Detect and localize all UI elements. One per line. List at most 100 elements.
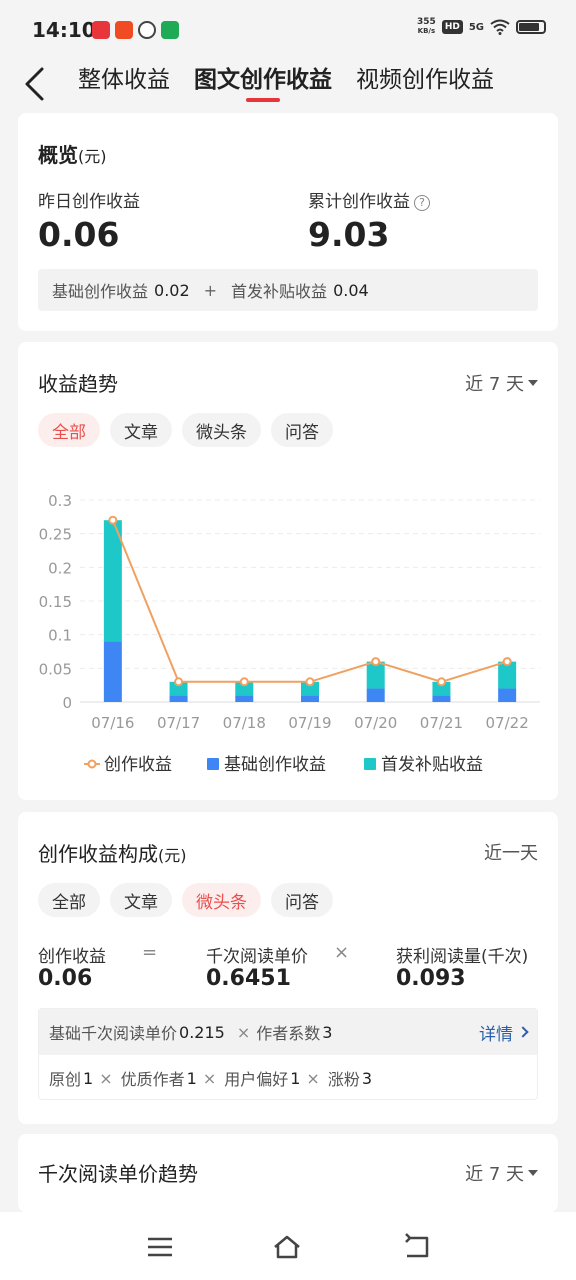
base-income-value: 0.02 [154, 280, 190, 300]
x-tick-label: 07/19 [288, 714, 331, 732]
x-tick-label: 07/17 [157, 714, 200, 732]
tab-article-income[interactable]: 图文创作收益 [194, 60, 332, 102]
tab-bar: 整体收益 图文创作收益 视频创作收益 [78, 60, 494, 102]
status-time: 14:10 [32, 18, 96, 42]
overview-title: 概览(元) [38, 143, 107, 167]
line-point [108, 515, 118, 525]
line-point [239, 677, 249, 687]
legend-bonus-marker [364, 758, 376, 770]
app-notification-icon [92, 21, 110, 39]
composition-range[interactable]: 近一天 [484, 839, 538, 865]
bar-base-income [169, 695, 188, 702]
x-tick-label: 07/22 [486, 714, 529, 732]
chip-qa[interactable]: 问答 [271, 413, 333, 447]
bar-base-income [498, 688, 517, 702]
legend-label: 首发补贴收益 [381, 755, 483, 775]
chevron-right-icon [517, 1026, 529, 1038]
trend-filter-chips: 全部 文章 微头条 问答 [38, 413, 333, 447]
legend-line-marker-dot [87, 759, 97, 769]
status-indicators: 355 KB/s HD 5G [417, 18, 546, 36]
legend-label: 基础创作收益 [224, 755, 326, 775]
chip-micro-post[interactable]: 微头条 [182, 883, 261, 917]
caret-down-icon [528, 380, 538, 386]
x-tick-label: 07/18 [223, 714, 266, 732]
detail-link[interactable]: 详情 [479, 1020, 529, 1045]
price-trend-range-dropdown[interactable]: 近 7 天 [465, 1160, 538, 1186]
bar-base-income [103, 641, 122, 702]
composition-title: 创作收益构成(元) [38, 842, 187, 866]
y-tick-label: 0.3 [48, 492, 72, 510]
home-icon[interactable] [272, 1232, 302, 1262]
back-arrow-icon[interactable] [22, 66, 48, 102]
times-sign: × [334, 942, 350, 963]
chip-article[interactable]: 文章 [110, 883, 172, 917]
unit-price-label: 千次阅读单价 [206, 947, 308, 967]
price-trend-card: 千次阅读单价趋势 近 7 天 [18, 1134, 558, 1212]
status-app-icons [92, 21, 179, 39]
equals-sign: = [142, 942, 158, 963]
base-price-value: 0.215 [179, 1022, 225, 1042]
unit-price-detail: 基础千次阅读单价 0.215 × 作者系数 3 详情 原创 1 × 优质作者 1 ×… [38, 1008, 538, 1100]
income-value: 0.06 [38, 966, 93, 991]
reads-value: 0.093 [396, 966, 466, 991]
caret-down-icon [528, 1170, 538, 1176]
trend-title: 收益趋势 [38, 372, 118, 396]
chip-all[interactable]: 全部 [38, 413, 100, 447]
tab-overall-income[interactable]: 整体收益 [78, 60, 170, 102]
back-nav-icon[interactable] [402, 1232, 432, 1262]
total-income-value: 9.03 [308, 215, 390, 254]
bar-base-income [235, 695, 254, 702]
price-trend-title: 千次阅读单价趋势 [38, 1162, 198, 1186]
app-notification-icon [161, 21, 179, 39]
bar-base-income [432, 695, 451, 702]
legend-base-marker [207, 758, 219, 770]
chip-micro-post[interactable]: 微头条 [182, 413, 261, 447]
composition-filter-chips: 全部 文章 微头条 问答 [38, 883, 333, 917]
y-tick-label: 0 [62, 694, 72, 712]
line-point [502, 657, 512, 667]
status-bar: 14:10 355 KB/s HD 5G [0, 0, 576, 58]
signal-5g-icon: 5G [468, 21, 484, 33]
income-breakdown: 基础创作收益 0.02 + 首发补贴收益 0.04 [38, 269, 538, 311]
net-speed: 355 KB/s [417, 17, 436, 36]
tab-video-income[interactable]: 视频创作收益 [356, 60, 494, 102]
hd-badge: HD [441, 20, 463, 34]
trend-range-dropdown[interactable]: 近 7 天 [465, 370, 538, 396]
app-notification-icon [115, 21, 133, 39]
app-notification-icon [138, 21, 156, 39]
y-tick-label: 0.15 [39, 593, 72, 611]
y-tick-label: 0.05 [39, 660, 72, 678]
unit-price-value: 0.6451 [206, 966, 291, 991]
x-tick-label: 07/16 [91, 714, 134, 732]
line-point [305, 677, 315, 687]
line-point [174, 677, 184, 687]
y-tick-label: 0.2 [48, 559, 72, 577]
line-point [436, 677, 446, 687]
bonus-income-value: 0.04 [333, 280, 369, 300]
top-nav: 整体收益 图文创作收益 视频创作收益 [0, 58, 576, 110]
reads-label: 获利阅读量(千次) [396, 947, 529, 967]
y-tick-label: 0.25 [39, 526, 72, 544]
total-income-label: 累计创作收益? [308, 187, 430, 212]
bar-bonus-income [103, 520, 122, 642]
yesterday-income-value: 0.06 [38, 215, 120, 254]
legend-label: 创作收益 [104, 755, 172, 775]
menu-icon[interactable] [145, 1232, 175, 1262]
chip-qa[interactable]: 问答 [271, 883, 333, 917]
yesterday-income-label: 昨日创作收益 [38, 192, 140, 212]
income-label: 创作收益 [38, 947, 106, 967]
x-tick-label: 07/20 [354, 714, 397, 732]
line-point [371, 657, 381, 667]
y-tick-label: 0.1 [48, 627, 72, 645]
wifi-icon [490, 19, 510, 35]
x-tick-label: 07/21 [420, 714, 463, 732]
coef-factors: 原创 1 × 优质作者 1 × 用户偏好 1 × 涨粉 3 [49, 1068, 373, 1090]
unit-price-detail-top: 基础千次阅读单价 0.215 × 作者系数 3 详情 [39, 1009, 537, 1055]
bar-base-income [366, 688, 385, 702]
chip-article[interactable]: 文章 [110, 413, 172, 447]
chip-all[interactable]: 全部 [38, 883, 100, 917]
income-trend-card: 收益趋势 近 7 天 全部 文章 微头条 问答 0.3 0.25 0.2 0.15 0.… [18, 342, 558, 800]
income-trend-chart: 0.3 0.25 0.2 0.15 0.1 0.05 0 07/16 07/17 07/18 07/… [39, 492, 540, 775]
help-icon[interactable]: ? [414, 195, 430, 211]
income-composition-card: 创作收益构成(元) 近一天 全部 文章 微头条 问答 创作收益 0.06 = 千… [18, 812, 558, 1124]
